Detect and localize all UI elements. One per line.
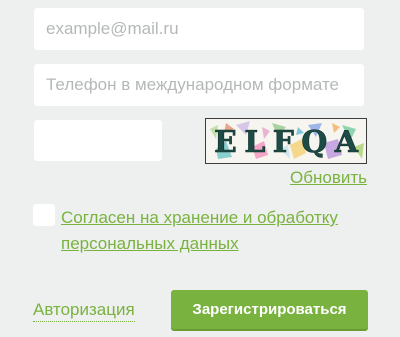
authorization-link[interactable]: Авторизация [33,300,135,322]
consent-checkbox[interactable] [33,204,55,226]
captcha-refresh-link[interactable]: Обновить [290,168,367,188]
captcha-input[interactable] [34,120,162,161]
email-field[interactable] [34,8,364,50]
consent-label-line2[interactable]: персональных данных [61,234,239,253]
register-button[interactable]: Зарегистрироваться [171,290,368,329]
captcha-image: ELFQA [205,118,367,164]
consent-label[interactable]: Согласен на хранение и обработку персона… [61,205,366,257]
phone-field[interactable] [34,64,364,106]
captcha-noise-graphic: ELFQA [210,121,364,160]
captcha-text: ELFQA [214,125,359,160]
consent-label-line1[interactable]: Согласен на хранение и обработку [61,208,338,227]
